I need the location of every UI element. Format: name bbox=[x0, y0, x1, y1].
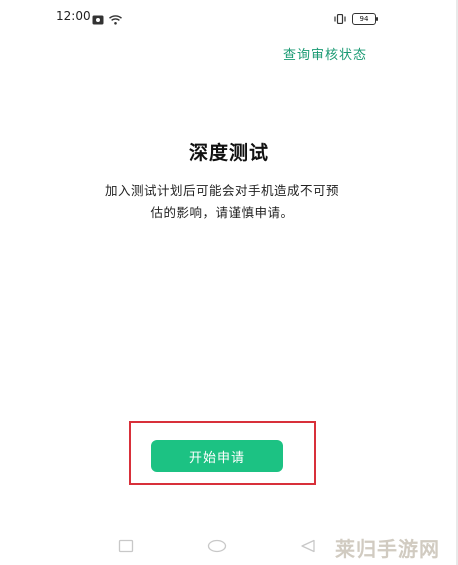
description: 加入测试计划后可能会对手机造成不可预 估的影响，请谨慎申请。 bbox=[72, 180, 372, 224]
query-review-status-link[interactable]: 查询审核状态 bbox=[283, 44, 367, 63]
watermark-text: 莱归手游网 bbox=[335, 537, 440, 561]
description-line-1: 加入测试计划后可能会对手机造成不可预 bbox=[104, 183, 339, 198]
back-icon[interactable] bbox=[300, 538, 316, 557]
page-title: 深度测试 bbox=[188, 142, 269, 164]
description-line-2: 估的影响，请谨慎申请。 bbox=[150, 205, 294, 220]
status-icons-left bbox=[92, 10, 122, 29]
home-icon[interactable] bbox=[207, 538, 227, 557]
vibrate-icon bbox=[334, 9, 346, 28]
status-icons-right: 94 bbox=[334, 9, 378, 28]
status-bar: 12:00 94 bbox=[0, 0, 458, 34]
battery-icon: 94 bbox=[352, 12, 378, 25]
status-time: 12:00 bbox=[56, 9, 91, 23]
start-apply-button[interactable]: 开始申请 bbox=[151, 440, 283, 472]
notification-icon bbox=[92, 10, 104, 29]
wifi-icon bbox=[109, 10, 122, 29]
recent-apps-icon[interactable] bbox=[118, 538, 134, 557]
